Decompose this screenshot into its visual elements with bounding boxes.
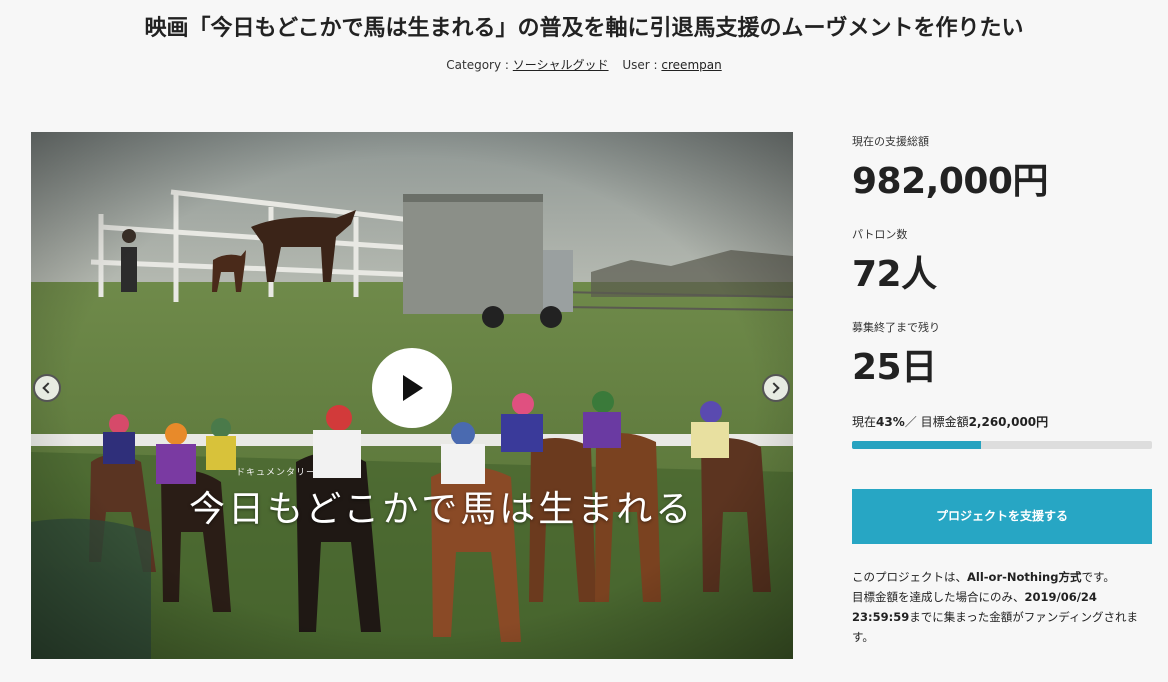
progress-prefix: 現在 [852, 415, 877, 429]
documentary-label: ドキュメンタリー映画 [236, 468, 337, 478]
support-project-button[interactable]: プロジェクトを支援する [852, 489, 1152, 544]
patrons-label: パトロン数 [852, 228, 908, 241]
progress-bar [852, 441, 1152, 449]
progress-text: 現在43%／ 目標金額2,260,000円 [852, 413, 1048, 430]
deadline-date: 2019/06/24 [1024, 590, 1097, 604]
category-link[interactable]: ソーシャルグッド [513, 58, 609, 72]
total-amount-value: 982,000円 [852, 161, 1048, 202]
chevron-right-icon [768, 382, 780, 394]
next-slide-button[interactable] [762, 374, 790, 402]
note-text: です。 [1081, 570, 1115, 584]
deadline-time: 23:59:59 [852, 610, 910, 624]
progress-percent: 43% [876, 415, 905, 429]
note-text: 目標金額を達成した場合にのみ、 [852, 590, 1025, 604]
total-amount-label: 現在の支援総額 [852, 135, 929, 148]
project-meta: Category : ソーシャルグッド User : creempan [0, 56, 1168, 73]
chevron-left-icon [42, 382, 54, 394]
patrons-value: 72人 [852, 254, 937, 295]
project-video[interactable]: ドキュメンタリー映画 今日もどこかで馬は生まれる [31, 132, 793, 659]
progress-fill [852, 441, 981, 449]
previous-slide-button[interactable] [33, 374, 61, 402]
film-title: 今日もどこかで馬は生まれる [189, 489, 695, 530]
note-text: このプロジェクトは、 [852, 570, 967, 584]
remaining-value: 25日 [852, 347, 937, 388]
funding-note: このプロジェクトは、All-or-Nothing方式です。目標金額を達成した場合… [852, 567, 1152, 647]
play-icon [403, 375, 423, 401]
remaining-label: 募集終了まで残り [852, 321, 940, 334]
category-label: Category : [446, 58, 513, 72]
progress-separator: ／ 目標金額 [904, 415, 969, 429]
funding-mode: All-or-Nothing方式 [967, 570, 1082, 584]
project-title: 映画「今日もどこかで馬は生まれる」の普及を軸に引退馬支援のムーヴメントを作りたい [144, 16, 1024, 41]
goal-amount: 2,260,000円 [968, 415, 1049, 429]
user-link[interactable]: creempan [661, 58, 721, 72]
user-label: User : [622, 58, 662, 72]
play-button[interactable] [372, 348, 452, 428]
